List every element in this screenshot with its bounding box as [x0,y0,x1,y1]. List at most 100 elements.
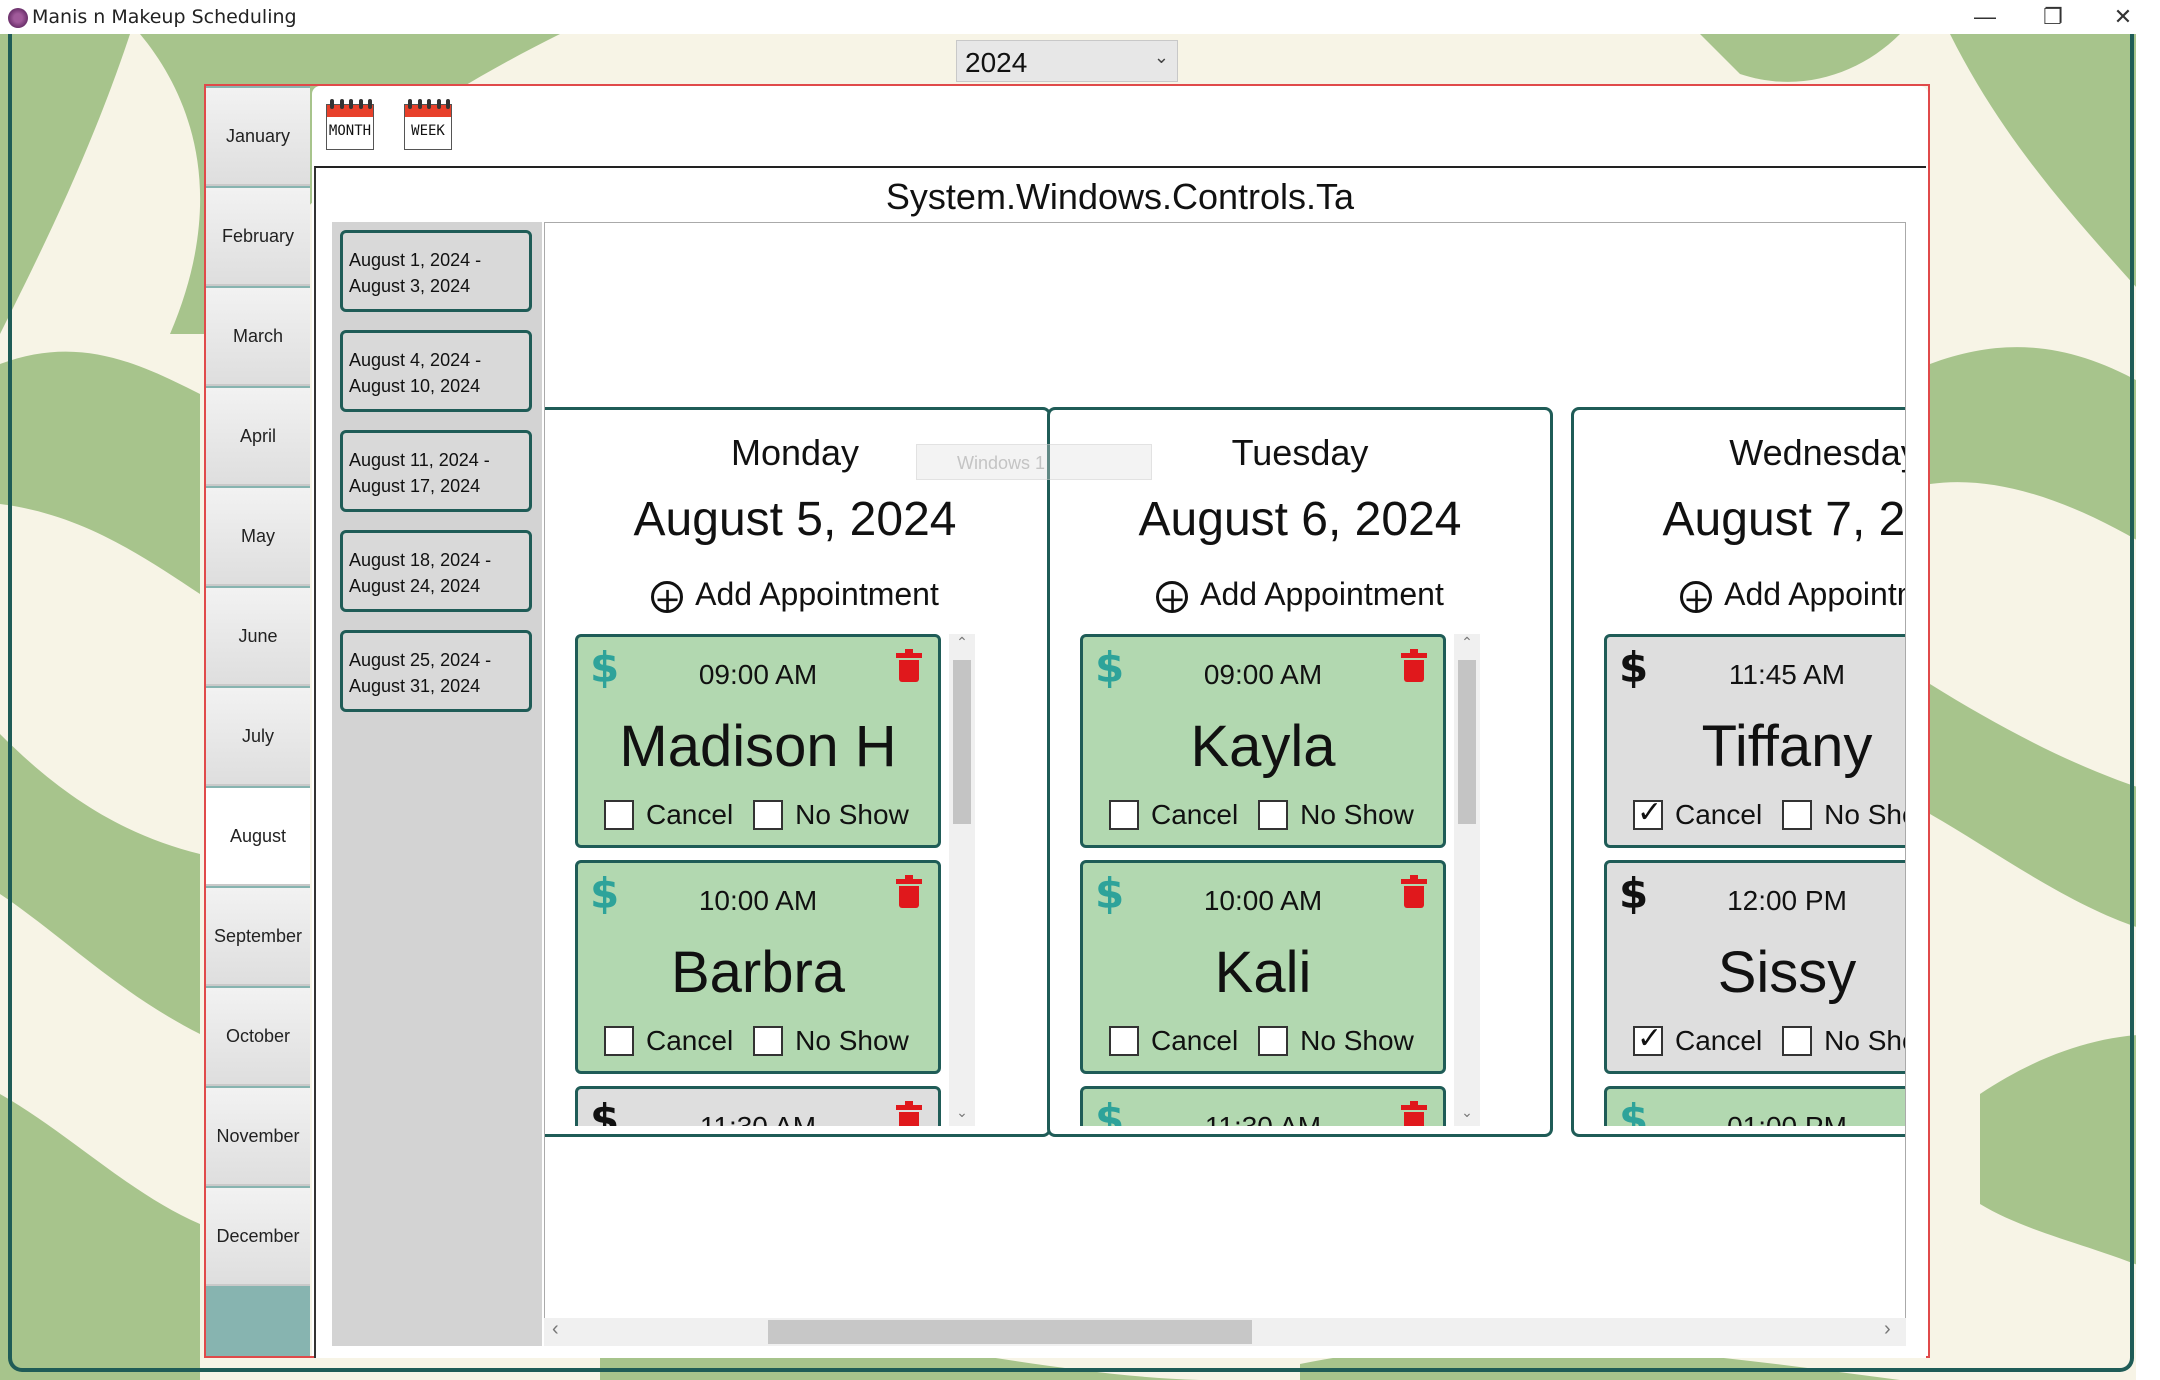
appointment-status-row: Cancel No Show [604,799,929,831]
cancel-checkbox[interactable]: Cancel [1633,1021,1762,1057]
appointment-card[interactable]: $12:00 PMSissyCancelNo Show [1604,860,1905,1074]
appointment-card[interactable]: $10:00 AM Kali Cancel No Show [1080,860,1446,1074]
trash-icon[interactable] [896,1101,922,1126]
appointment-time: 09:00 AM [698,659,818,690]
appointment-card[interactable]: $11:45 AMTiffanyCancelNo Show [1604,634,1905,848]
no-show-checkbox[interactable]: No Show [1258,1025,1414,1057]
appointment-time: 10:00 AM [1203,885,1323,916]
week-item[interactable]: August 11, 2024 - August 17, 2024 [340,430,532,512]
scroll-thumb[interactable] [953,660,971,824]
appointment-card[interactable]: $09:00 AM Kayla Cancel No Show [1080,634,1446,848]
week-range-end: August 31, 2024 [349,676,481,696]
days-scroll-area: Monday August 5, 2024 + Add Appointment $09:… [544,222,1906,1346]
cancel-checkbox[interactable]: Cancel [604,1025,733,1057]
week-range-end: August 10, 2024 [349,376,481,396]
chevron-down-icon[interactable]: ⌄ [1454,1104,1480,1121]
plus-circle-icon: + [1680,580,1713,615]
window-title: Manis n Makeup Scheduling [32,6,297,28]
scroll-thumb[interactable] [1458,660,1476,824]
add-appointment-button[interactable]: + Add Appointment [1574,576,1905,615]
week-range-start: August 4, 2024 - [349,350,482,370]
checkbox[interactable] [1109,800,1139,830]
week-item[interactable]: August 18, 2024 - August 24, 2024 [340,530,532,612]
add-appointment-button[interactable]: + Add Appointment [545,576,1045,615]
no-show-label: No Show [1824,1025,1905,1056]
cancel-checkbox[interactable]: Cancel [1109,1025,1238,1057]
week-range-end: August 24, 2024 [349,576,481,596]
checkbox[interactable] [1258,1026,1289,1056]
trash-icon[interactable] [1401,649,1427,683]
week-range-start: August 18, 2024 - [349,550,492,570]
checkbox[interactable] [753,800,784,830]
chevron-up-icon[interactable]: ⌃ [949,634,975,651]
ghost-window-label: Windows 1 [916,444,1152,480]
chevron-up-icon[interactable]: ⌃ [1454,634,1480,651]
appointment-card[interactable]: $11:30 AMCancelNo Show [1080,1086,1446,1126]
cancel-checkbox[interactable]: Cancel [1633,795,1762,831]
checkbox[interactable] [1782,1026,1813,1056]
horizontal-scroll-thumb[interactable] [768,1320,1252,1344]
appointment-time: 11:45 AM [1728,659,1846,690]
trash-icon[interactable] [1401,875,1427,909]
appointment-status-row: Cancel No Show [1633,795,1905,831]
day-date: August 5, 2024 [633,493,957,546]
week-item[interactable]: August 1, 2024 - August 3, 2024 [340,230,532,312]
cancel-checkbox[interactable]: Cancel [604,799,733,831]
appointment-card[interactable]: $10:00 AM Barbra Cancel No Show [575,860,941,1074]
appointment-card[interactable]: $09:00 AM Madison H Cancel No Show [575,634,941,848]
client-name: Kali [1214,940,1312,1005]
year-select-value: 2024 [965,47,1028,78]
day-name: Wednesday [1729,432,1906,473]
appointment-status-row: Cancel No Show [1109,1025,1434,1057]
no-show-label: No Show [795,799,909,830]
appointment-card[interactable]: $01:00 PMCancelNo Show [1604,1086,1905,1126]
year-select[interactable]: 2024 ⌄ [956,40,1178,82]
checkbox[interactable] [753,1026,784,1056]
week-item[interactable]: August 25, 2024 - August 31, 2024 [340,630,532,712]
trash-icon[interactable] [1401,1101,1427,1126]
appointment-time: 12:00 PM [1727,885,1847,916]
checkbox[interactable] [604,1026,634,1056]
close-icon[interactable]: ✕ [2088,0,2158,34]
client-name: Tiffany [1701,714,1873,779]
week-heading: System.Windows.Controls.Ta [885,176,1355,217]
cancel-label: Cancel [1151,799,1239,830]
restore-icon[interactable]: ❐ [2018,0,2088,34]
checkbox[interactable] [1258,800,1289,830]
plus-circle-icon: + [1156,580,1189,615]
no-show-checkbox[interactable]: No Show [1782,799,1905,831]
checkbox[interactable] [1633,795,1663,830]
appointment-card[interactable]: $11:30 AMCancelNo Show [575,1086,941,1126]
checkbox[interactable] [1109,1026,1139,1056]
day-date: August 7, 2024 [1662,493,1906,546]
appointment-time: 11:30 AM [578,1111,938,1126]
add-appointment-label: Add Appointment [1200,576,1444,612]
chevron-down-icon[interactable]: ⌄ [949,1104,975,1121]
client-name: Barbra [670,940,846,1005]
add-appointment-button[interactable]: + Add Appointment [1050,576,1550,615]
scroll-left-icon[interactable]: ‹ [552,1318,559,1341]
client-name: Madison H [619,714,897,779]
scroll-right-icon[interactable]: › [1884,1318,1891,1341]
no-show-checkbox[interactable]: No Show [753,1025,909,1057]
no-show-checkbox[interactable]: No Show [753,799,909,831]
checkbox[interactable] [1633,1021,1663,1056]
chevron-down-icon: ⌄ [1153,47,1169,67]
no-show-checkbox[interactable]: No Show [1258,799,1414,831]
appointment-scrollbar[interactable]: ⌃ ⌄ [949,634,975,1126]
no-show-checkbox[interactable]: No Show [1782,1025,1905,1057]
checkbox[interactable] [1782,800,1813,830]
appointment-time: 11:30 AM [1083,1111,1443,1126]
window-scrollbar[interactable] [2136,34,2160,1380]
minimize-icon[interactable]: — [1950,0,2020,34]
trash-icon[interactable] [896,875,922,909]
checkbox[interactable] [604,800,634,830]
day-column: Tuesday August 6, 2024 + Add Appointment $09… [1047,407,1553,1137]
appointment-scrollbar[interactable]: ⌃ ⌄ [1454,634,1480,1126]
client-name: Kayla [1190,714,1336,779]
week-item[interactable]: August 4, 2024 - August 10, 2024 [340,330,532,412]
cancel-checkbox[interactable]: Cancel [1109,799,1238,831]
title-bar [0,0,2160,34]
trash-icon[interactable] [896,649,922,683]
appointment-time: 09:00 AM [1203,659,1323,690]
